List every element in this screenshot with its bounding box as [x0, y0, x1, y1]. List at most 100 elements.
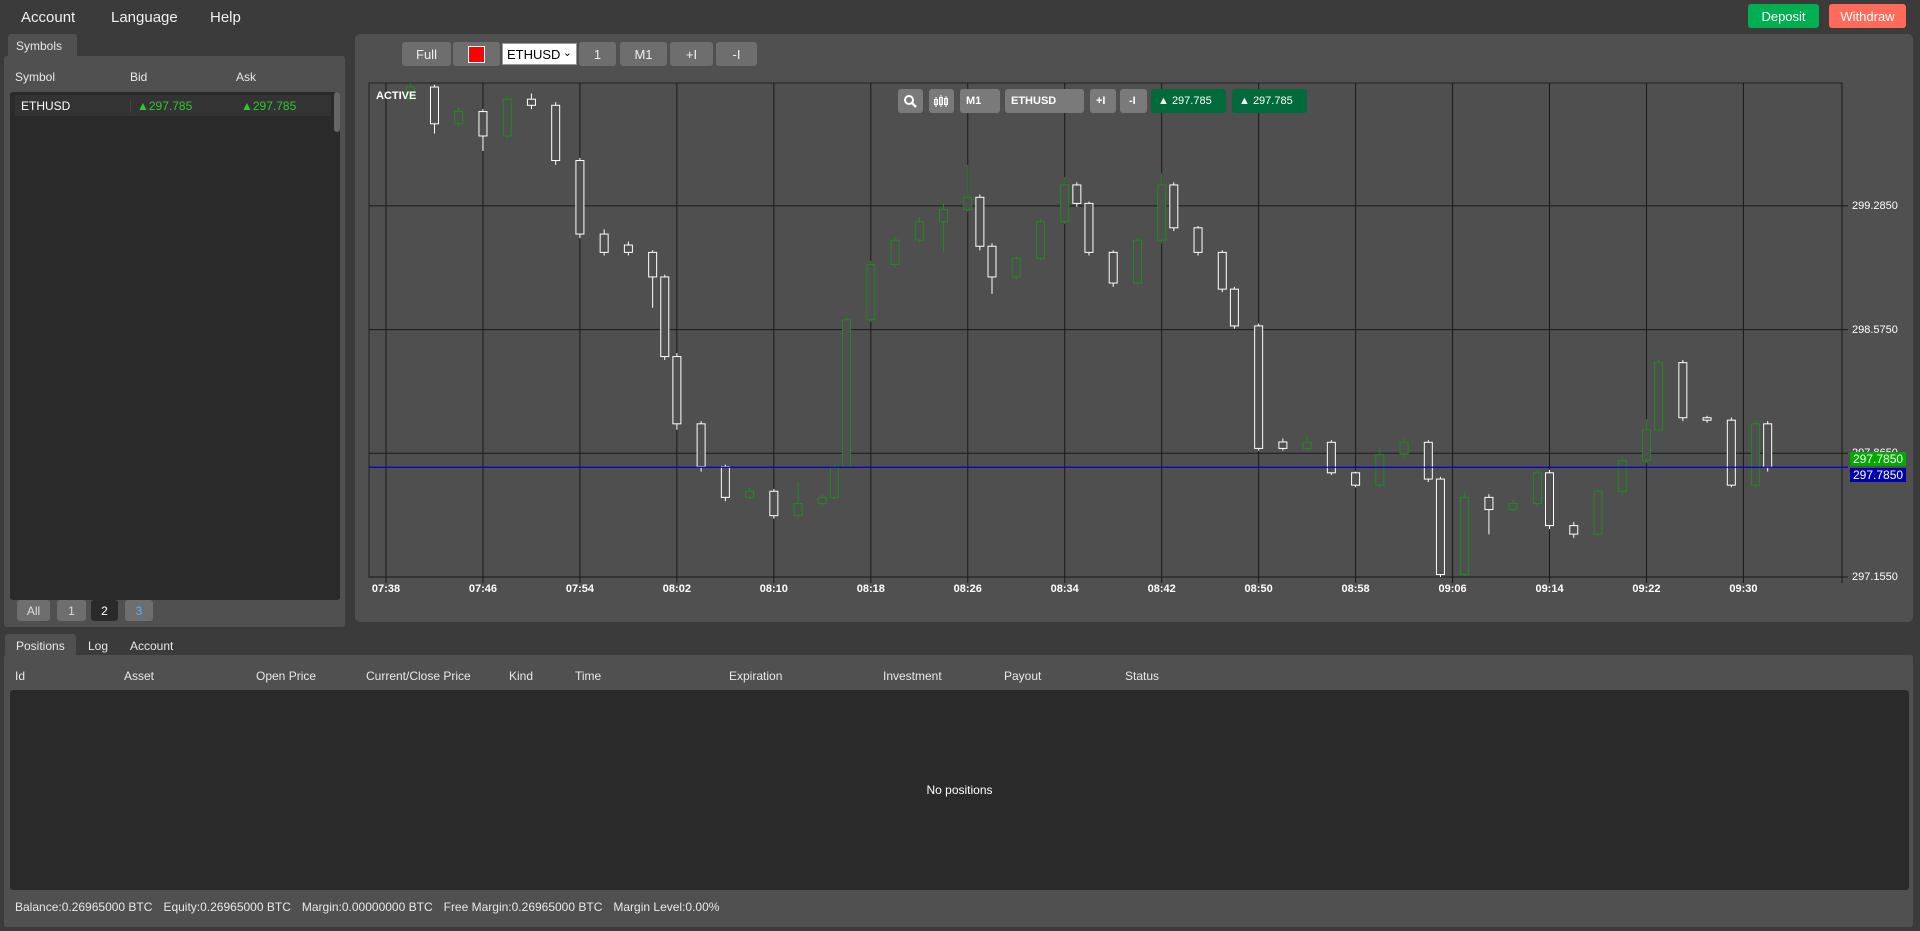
candle-body — [1654, 362, 1664, 431]
zoom-out-button[interactable]: -I — [716, 42, 757, 66]
tab-account[interactable]: Account — [122, 634, 181, 656]
full-button[interactable]: Full — [402, 42, 451, 66]
candle — [575, 157, 585, 239]
candle-body — [1193, 227, 1203, 253]
x-tick-label: 09:22 — [1632, 583, 1661, 595]
candle — [1229, 286, 1239, 329]
empty-message: No positions — [926, 783, 993, 797]
tab-log[interactable]: Log — [80, 634, 116, 656]
candle-body — [1060, 184, 1070, 223]
candle-body — [1423, 441, 1433, 480]
candle — [1593, 489, 1603, 537]
candle — [551, 102, 561, 165]
candle — [502, 95, 512, 139]
x-tick-label: 08:42 — [1147, 583, 1176, 595]
candle-body — [1351, 472, 1361, 486]
bid-price-label: 297.7850 — [1850, 452, 1907, 467]
candle — [1532, 469, 1542, 507]
candle — [660, 274, 670, 361]
x-tick-label: 08:50 — [1244, 583, 1273, 595]
candle — [1351, 471, 1361, 488]
tab-positions[interactable]: Positions — [5, 634, 76, 656]
deposit-button[interactable]: Deposit — [1748, 4, 1819, 28]
x-tick-label: 08:34 — [1050, 583, 1079, 595]
x-tick-label: 09:06 — [1438, 583, 1467, 595]
overlay-timeframe-button[interactable]: M1 — [960, 89, 1000, 113]
menu-account[interactable]: Account — [21, 9, 75, 26]
timeframe-button[interactable]: M1 — [620, 42, 667, 66]
overlay-zoom-in-button[interactable]: +I — [1090, 89, 1116, 113]
candle — [1084, 201, 1094, 256]
candle — [1435, 476, 1445, 577]
candle-body — [1532, 472, 1542, 504]
withdraw-button[interactable]: Withdraw — [1829, 4, 1906, 28]
zoom-tool-button[interactable] — [898, 89, 923, 113]
buy-price-button[interactable]: ▲ 297.785 — [1232, 89, 1307, 113]
candle-body — [1569, 525, 1579, 535]
candle — [1169, 182, 1179, 232]
candle-body — [1254, 325, 1264, 449]
candle-body — [890, 239, 900, 266]
candle-body — [1229, 288, 1239, 327]
candle-body — [1435, 478, 1445, 576]
symbol-row[interactable]: ETHUSD ▲297.785 ▲297.785 — [15, 95, 331, 116]
candle-body — [1108, 251, 1118, 284]
symbols-panel: Symbol Bid Ask ETHUSD ▲297.785 ▲297.785 — [4, 56, 345, 627]
candle-body — [1617, 460, 1627, 492]
chevron-down-icon: ⌄ — [562, 47, 572, 59]
column-time: Time — [575, 669, 602, 683]
column-kind: Kind — [509, 669, 534, 683]
chart-area[interactable] — [368, 82, 1900, 583]
tab-symbols[interactable]: Symbols — [8, 34, 77, 56]
candle — [672, 353, 682, 430]
candle-body — [1545, 472, 1555, 527]
column-current-close-price: Current/Close Price — [366, 669, 471, 683]
x-tick-label: 08:58 — [1341, 583, 1370, 595]
candle — [975, 194, 985, 251]
candle-body — [1072, 184, 1082, 204]
color-button[interactable] — [453, 42, 500, 66]
candle-body — [1302, 441, 1312, 449]
candle-body — [963, 196, 973, 211]
candle — [1217, 250, 1227, 293]
page-2[interactable]: 2 — [91, 600, 118, 621]
equity: Equity:0.26965000 BTC — [163, 900, 291, 914]
symbol-select[interactable]: ETHUSD ⌄ — [502, 43, 577, 65]
page-all[interactable]: All — [17, 600, 50, 621]
candle — [1193, 225, 1203, 256]
scrollbar[interactable] — [334, 92, 340, 132]
column-status: Status — [1125, 669, 1160, 683]
page-1[interactable]: 1 — [57, 600, 86, 621]
column-payout: Payout — [1004, 669, 1042, 683]
candle-body — [842, 319, 852, 468]
y-tick-label: 297.1550 — [1852, 571, 1898, 583]
candle-body — [1399, 441, 1409, 456]
candle — [1132, 238, 1142, 286]
candle-body — [720, 466, 730, 498]
candle-body — [1702, 417, 1712, 421]
candle-body — [1751, 423, 1761, 486]
candle-body — [1035, 221, 1045, 259]
candle — [1654, 360, 1664, 432]
btn-1[interactable]: 1 — [579, 42, 616, 66]
margin: Margin:0.00000000 BTC — [301, 900, 433, 914]
candle — [866, 260, 876, 322]
column-asset: Asset — [124, 669, 155, 683]
menu-language[interactable]: Language — [111, 9, 178, 26]
balance: Balance:0.26965000 BTC — [15, 900, 153, 914]
candle-body — [817, 496, 827, 504]
menu-help[interactable]: Help — [210, 9, 241, 26]
overlay-zoom-out-button[interactable]: -I — [1120, 89, 1147, 113]
candle-body — [1508, 502, 1518, 511]
candle-body — [429, 86, 439, 125]
column-id: Id — [15, 669, 26, 683]
candle-body — [648, 251, 658, 278]
zoom-in-button[interactable]: +I — [670, 42, 713, 66]
sell-price-button[interactable]: ▲ 297.785 — [1151, 89, 1226, 113]
overlay-symbol-button[interactable]: ETHUSD — [1005, 89, 1084, 113]
candle-body — [1278, 441, 1288, 449]
page-3[interactable]: 3 — [125, 600, 153, 621]
chart-type-button[interactable] — [929, 89, 954, 113]
symbol-bid: ▲297.785 — [130, 99, 192, 113]
candle — [769, 489, 779, 519]
